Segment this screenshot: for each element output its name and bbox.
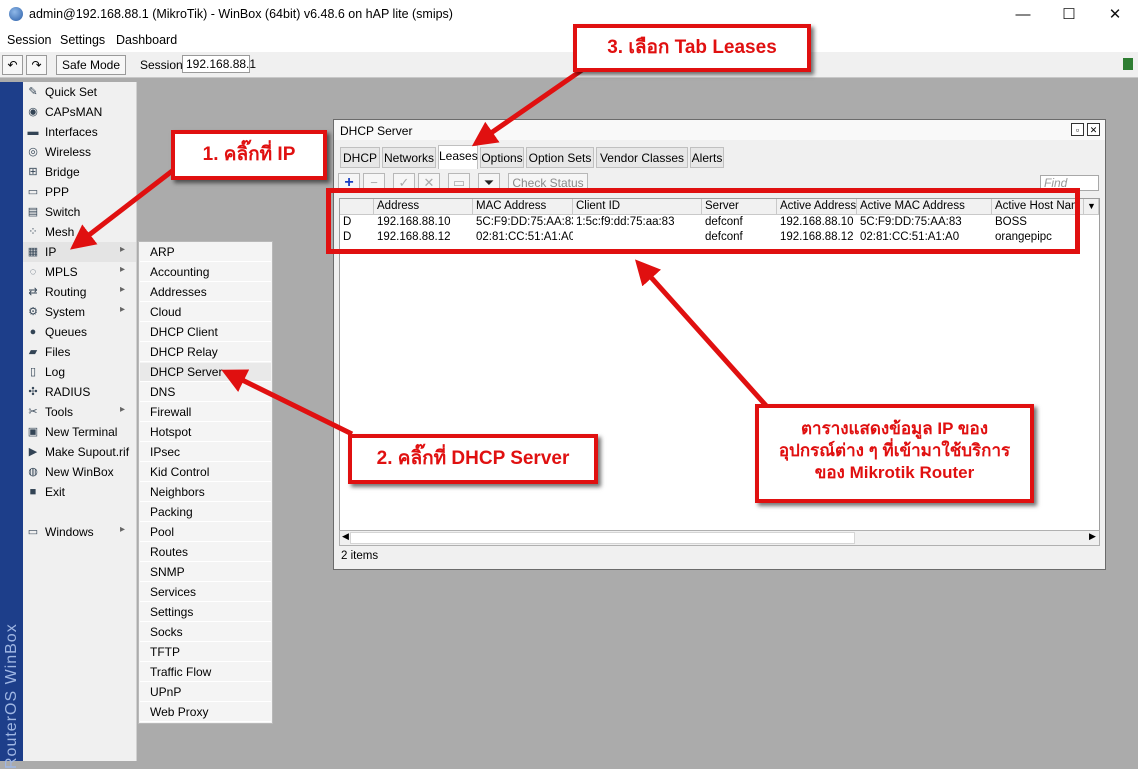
- desc-line-2: อุปกรณ์ต่าง ๆ ที่เข้ามาใช้บริการ: [778, 441, 1011, 460]
- table-description-callout: ตารางแสดงข้อมูล IP ของ อุปกรณ์ต่าง ๆ ที่…: [755, 404, 1034, 503]
- annotation-arrows: [70, 67, 772, 437]
- step1-callout: 1. คลิ๊กที่ IP: [171, 130, 327, 180]
- arrow-to-table: [634, 259, 772, 412]
- desc-line-1: ตารางแสดงข้อมูล IP ของ: [800, 419, 989, 438]
- arrow-to-leases-tab: [471, 67, 584, 147]
- arrow-to-ip: [70, 163, 182, 250]
- arrow-to-dhcp-server: [221, 369, 354, 437]
- step3-callout: 3. เลือก Tab Leases: [573, 24, 811, 72]
- step2-callout: 2. คลิ๊กที่ DHCP Server: [348, 434, 598, 484]
- desc-line-3: ของ Mikrotik Router: [814, 463, 975, 482]
